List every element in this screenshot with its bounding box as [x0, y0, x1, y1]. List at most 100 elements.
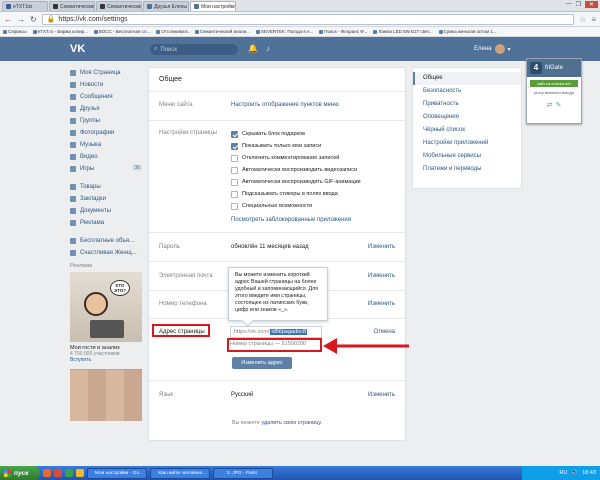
address-input[interactable]: https://vk.com/ id56pagadoc8 — [230, 326, 322, 338]
page-setting-checkbox[interactable]: Подсказывать стикеры в полях ввода — [231, 190, 338, 198]
forward-icon[interactable]: → — [17, 15, 25, 24]
sidebar-item[interactable]: Закладки — [70, 193, 142, 205]
video-icon — [70, 154, 76, 160]
start-button[interactable]: пуск — [0, 466, 40, 480]
ad-image[interactable]: КТО ЭТО? — [70, 272, 142, 342]
frigate-logo-icon: 4 — [530, 62, 542, 74]
bookmark-item[interactable]: Отслеживать — [156, 29, 189, 34]
language-change-link[interactable]: Изменить — [368, 392, 395, 398]
divider — [149, 120, 407, 121]
folder-icon[interactable] — [76, 469, 84, 477]
taskbar-task[interactable]: Мои настройки - Go... — [87, 467, 147, 479]
checkbox-box[interactable] — [231, 166, 238, 174]
sidebar-item[interactable]: Сообщения — [70, 91, 142, 103]
language-indicator[interactable]: RU — [559, 470, 567, 476]
frigate-popup: 4 friGate сайт из списка нет proxy включ… — [526, 58, 582, 124]
user-menu[interactable]: Елена ▾ — [474, 44, 511, 54]
vk-logo[interactable]: VK — [70, 42, 86, 56]
sidebar-item[interactable]: Группы — [70, 115, 142, 127]
sidebar-item[interactable]: Фотографии — [70, 127, 142, 139]
phone-change-link[interactable]: Изменить — [368, 301, 395, 307]
chrome-icon[interactable] — [65, 469, 73, 477]
menu-icon[interactable]: ≡ — [591, 15, 596, 24]
sidebar-item[interactable]: Моя Страница — [70, 67, 142, 79]
checkbox-box[interactable] — [231, 130, 238, 138]
bookmark-item[interactable]: eTXT.ru - Биржа копир... — [32, 29, 88, 34]
bookmark-item[interactable]: Сервисы — [3, 29, 27, 34]
blocked-apps-link[interactable]: Посмотреть заблокированные приложения — [231, 217, 351, 223]
sidebar-item[interactable]: Документы — [70, 205, 142, 217]
sidebar-item[interactable]: Видео — [70, 151, 142, 163]
checkbox-label: Автоматически воспроизводить видеозаписи — [242, 167, 358, 173]
bookmark-item[interactable]: SEVERTEK: Погода в н... — [255, 29, 313, 34]
bookmark-label: eTXT.ru - Биржа копир... — [37, 29, 88, 34]
browser-tab[interactable]: Семантический анализ те — [96, 1, 142, 11]
right-nav-item[interactable]: Платежи и переводы — [413, 163, 521, 176]
url-field[interactable]: 🔒 https://vk.com/settings — [41, 13, 575, 25]
change-address-button[interactable]: Изменить адрес — [232, 357, 292, 369]
sidebar-item[interactable]: Друзья — [70, 103, 142, 115]
password-change-link[interactable]: Изменить — [368, 244, 395, 250]
sidebar-item-label: Сообщения — [80, 94, 113, 100]
checkbox-box[interactable] — [231, 178, 238, 186]
page-setting-checkbox[interactable]: Специальные возможности — [231, 202, 312, 210]
bookmark-icon — [255, 29, 260, 34]
right-nav-item[interactable]: Настройки приложений — [413, 137, 521, 150]
delete-page-link[interactable]: удалить свою страницу. — [261, 420, 322, 426]
ad-image-2[interactable] — [70, 369, 142, 421]
checkbox-box[interactable] — [231, 142, 238, 150]
star-icon[interactable]: ☆ — [579, 15, 586, 24]
sidebar-item-label: Фотографии — [80, 130, 115, 136]
page-setting-checkbox[interactable]: Показывать только мои записи — [231, 142, 321, 150]
right-nav-item[interactable]: Чёрный список — [413, 124, 521, 137]
bookmark-item[interactable]: Сумка женская оптом 1... — [438, 29, 497, 34]
sidebar-item[interactable]: Товары — [70, 181, 142, 193]
music-icon[interactable]: ♪ — [266, 44, 270, 53]
firefox-icon[interactable] — [43, 469, 51, 477]
reload-icon[interactable]: ↻ — [30, 15, 37, 24]
close-button[interactable]: ✕ — [584, 1, 598, 8]
minimize-button[interactable]: — — [566, 1, 572, 8]
browser-tab[interactable]: eTXT.biz — [2, 1, 48, 11]
right-nav-item[interactable]: Безопасность — [413, 85, 521, 98]
bookmark-item[interactable]: Поиск - Флоранс Ф... — [319, 29, 367, 34]
back-icon[interactable]: ← — [4, 15, 12, 24]
bookmark-item[interactable]: Семантический анали... — [194, 29, 250, 34]
sidebar-item[interactable]: Счастливая Женщ... — [70, 247, 142, 259]
opera-icon[interactable] — [54, 469, 62, 477]
bookmark-item[interactable]: ВОСС - Бесплатная сл... — [93, 29, 150, 34]
bookmark-item[interactable]: Лампа LED 5W E27 свет... — [373, 29, 433, 34]
browser-tab[interactable]: Друзья Елены Шевцовой — [143, 1, 189, 11]
taskbar-task[interactable]: Как найти человека... — [150, 467, 210, 479]
right-nav-item[interactable]: Приватность — [413, 98, 521, 111]
volume-icon[interactable]: 🔊 — [571, 470, 578, 476]
page-setting-checkbox[interactable]: Скрывать блок подарков — [231, 130, 305, 138]
browser-tab[interactable]: Мои настройки — [190, 1, 236, 11]
sidebar-item[interactable]: Реклама — [70, 217, 142, 229]
email-change-link[interactable]: Изменить — [368, 273, 395, 279]
ad-join-link[interactable]: Вступить — [70, 357, 142, 363]
checkbox-box[interactable] — [231, 154, 238, 162]
right-nav-item[interactable]: Мобильные сервисы — [413, 150, 521, 163]
checkbox-box[interactable] — [231, 190, 238, 198]
bell-icon[interactable]: 🔔 — [248, 44, 258, 53]
search-input[interactable]: ⌕ Поиск — [150, 44, 238, 55]
right-nav-item[interactable]: Оповещения — [413, 111, 521, 124]
maximize-button[interactable]: ❐ — [576, 1, 581, 8]
page-setting-checkbox[interactable]: Автоматически воспроизводить видеозаписи — [231, 166, 357, 174]
sidebar-item[interactable]: Бесплатные объя... — [70, 235, 142, 247]
frigate-toggle-icon[interactable]: ⇄ — [547, 101, 553, 109]
sidebar-item[interactable]: Музыка — [70, 139, 142, 151]
sidebar-item[interactable]: Игры 36 — [70, 163, 142, 175]
frigate-settings-icon[interactable]: ✎ — [556, 101, 562, 109]
menu-settings-link[interactable]: Настроить отображение пунктов меню — [231, 102, 339, 108]
page-setting-checkbox[interactable]: Отключить комментирование записей — [231, 154, 339, 162]
checkbox-box[interactable] — [231, 202, 238, 210]
sidebar-item[interactable]: Новости — [70, 79, 142, 91]
page-setting-checkbox[interactable]: Автоматически воспроизводить GIF-анимаци… — [231, 178, 361, 186]
taskbar-task[interactable]: 2. JPG - Paint — [213, 467, 273, 479]
browser-tab[interactable]: Семантический анализ те — [49, 1, 95, 11]
checkbox-label: Отключить комментирование записей — [242, 155, 340, 161]
address-cancel-link[interactable]: Отмена — [373, 329, 395, 335]
right-nav-item[interactable]: Общее — [413, 72, 521, 85]
